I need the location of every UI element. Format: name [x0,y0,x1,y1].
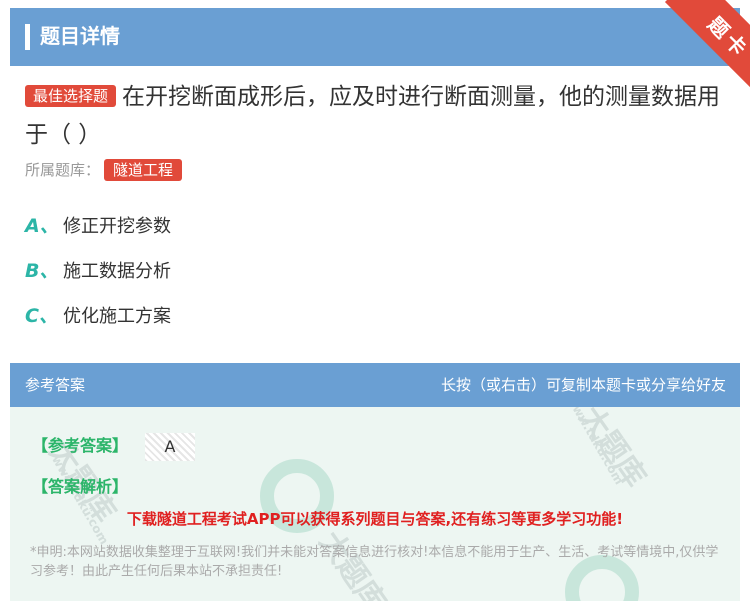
option-a[interactable]: A、 修正开挖参数 [25,211,171,241]
disclaimer: *申明:本网站数据收集整理于互联网!我们并未能对答案信息进行核对!本信息不能用于… [30,545,719,579]
option-letter: A、 [25,215,59,237]
answer-header: 参考答案 长按（或右击）可复制本题卡或分享给好友 [10,363,740,407]
option-text: 优化施工方案 [63,306,171,327]
question-text: 最佳选择题 在开挖断面成形后，应及时进行断面测量，他的测量数据用于（ ） [25,78,725,154]
answer-header-title: 参考答案 [25,376,86,394]
share-hint: 长按（或右击）可复制本题卡或分享给好友 [440,376,726,394]
option-letter: B、 [25,260,59,282]
question-stem: 在开挖断面成形后，应及时进行断面测量，他的测量数据用于（ ） [25,84,721,148]
option-text: 修正开挖参数 [63,216,171,237]
page-title: 题目详情 [40,24,120,48]
watermark-text: 大题库 [571,400,653,494]
library-badge[interactable]: 隧道工程 [104,159,183,181]
option-c[interactable]: C、 优化施工方案 [25,301,171,331]
option-letter: C、 [25,305,58,327]
watermark-url: www.tdkü.com [564,393,627,487]
library-row: 所属题库： 隧道工程 [25,158,183,182]
watermark-url: www.tdkü.com [49,453,112,547]
header-accent-bar [25,24,30,50]
option-b[interactable]: B、 施工数据分析 [25,256,171,286]
answer-label: 【参考答案】 [32,436,129,455]
analysis-label: 【答案解析】 [32,477,129,496]
answer-panel: 大题库 大题库 大题库 www.tdkü.com www.tdkü.com 参考… [10,363,740,601]
option-text: 施工数据分析 [63,261,171,282]
answer-value: A [145,433,195,461]
ribbon-label: 题卡 [703,11,750,63]
question-type-badge: 最佳选择题 [25,85,117,107]
library-label: 所属题库： [25,161,101,179]
app-download-link[interactable]: 下载隧道工程考试APP可以获得系列题目与答案,还有练习等更多学习功能! [10,508,740,530]
